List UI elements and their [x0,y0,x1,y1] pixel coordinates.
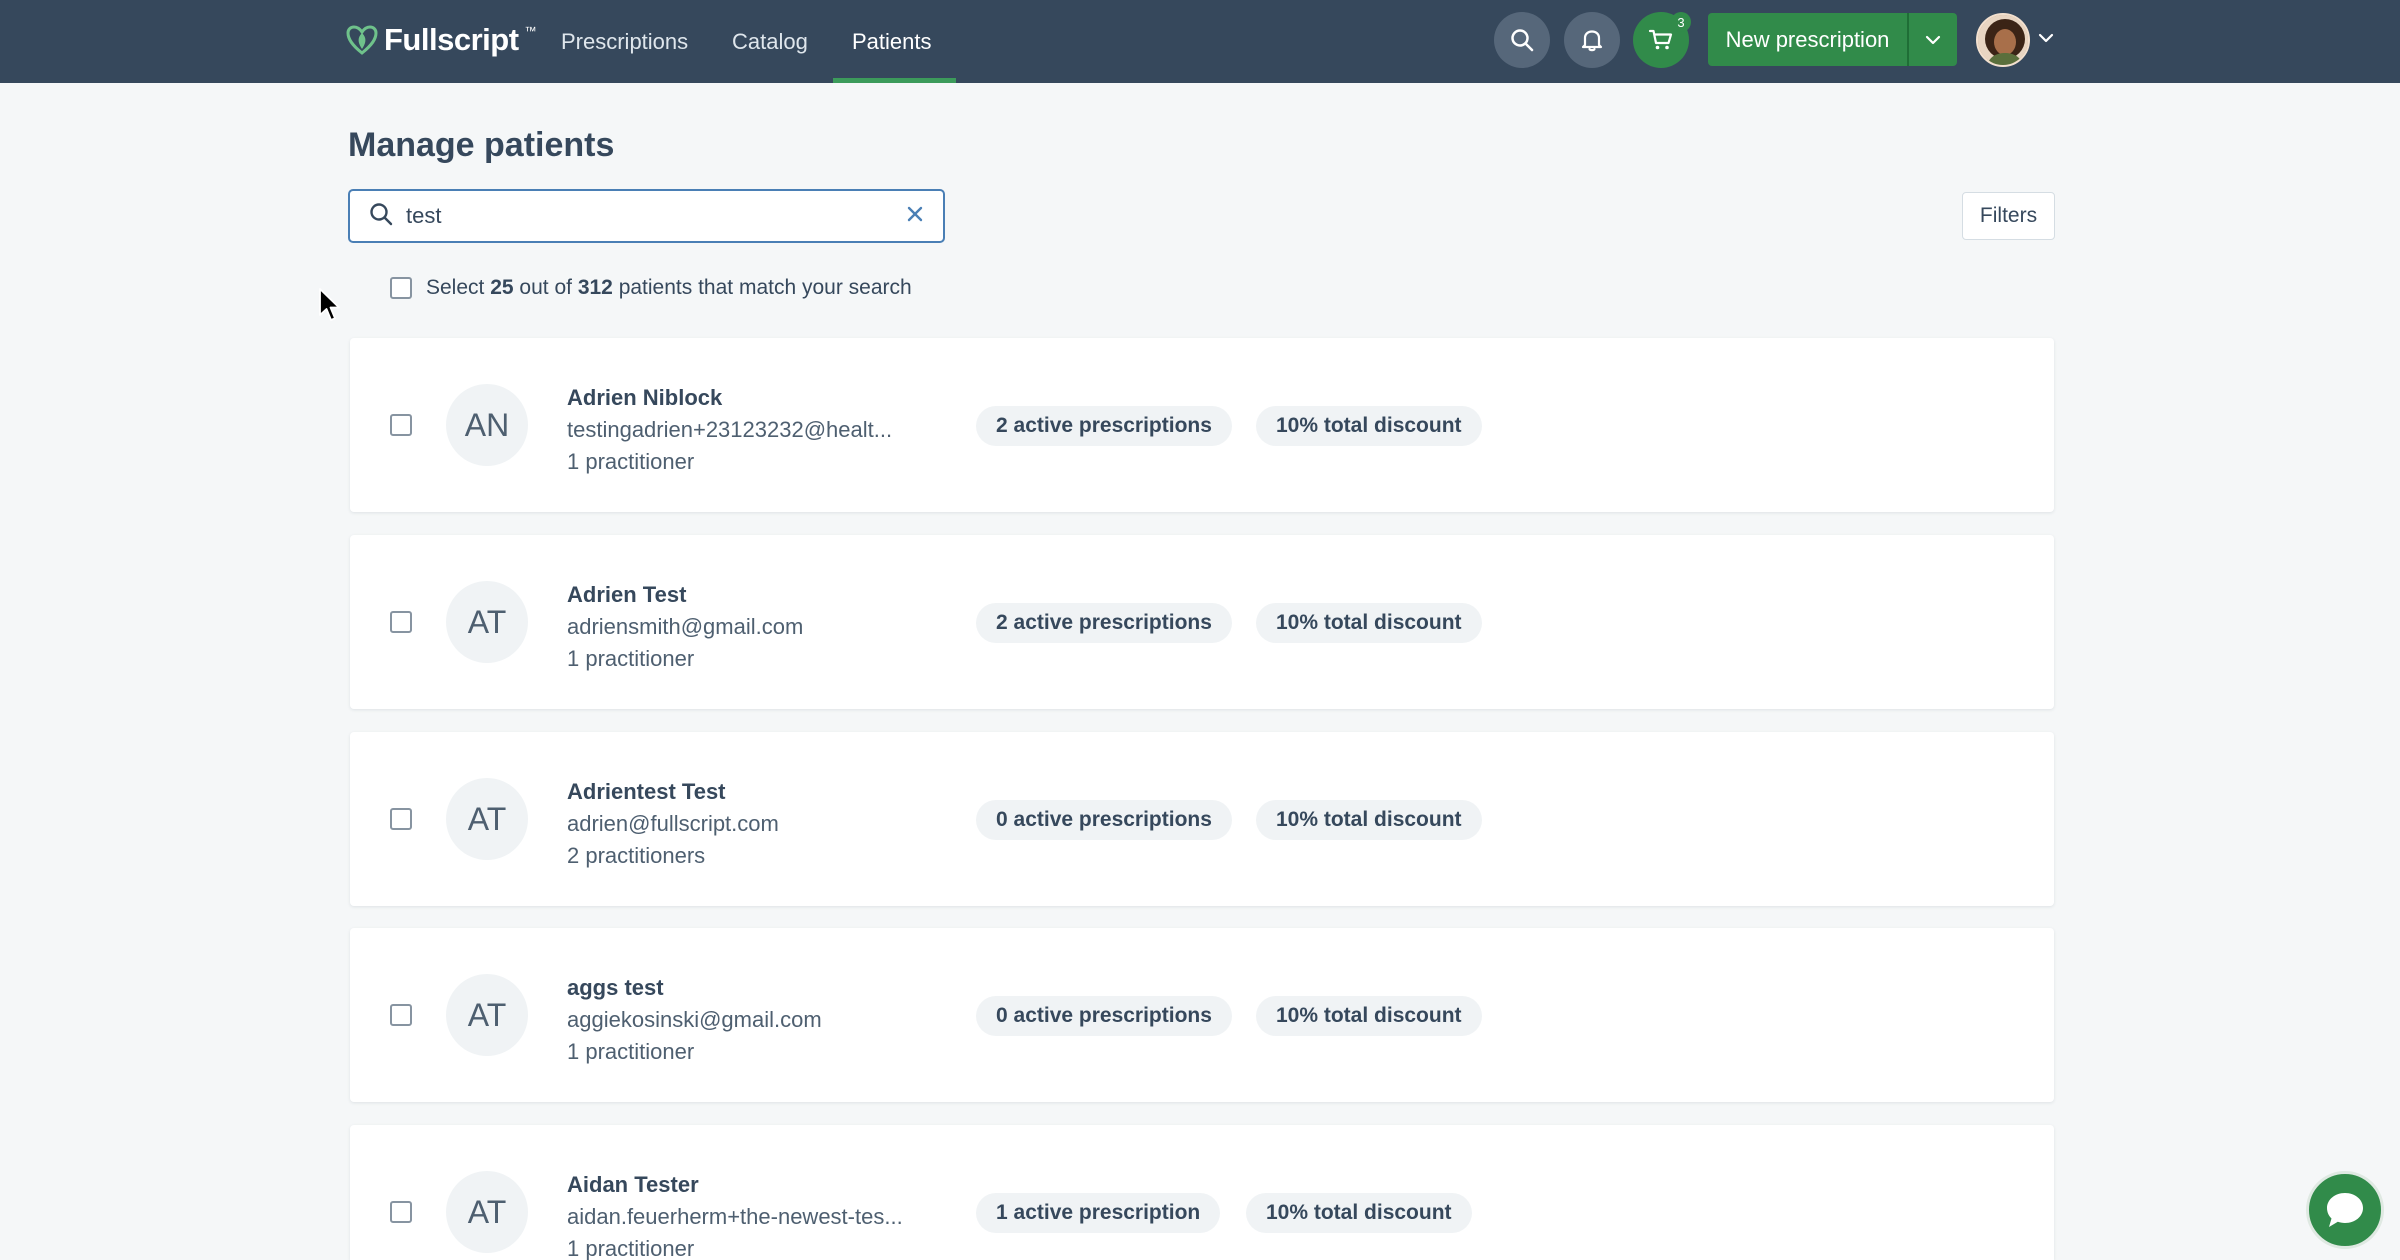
patient-info: Adrientest Test adrien@fullscript.com 2 … [567,776,927,872]
patient-checkbox[interactable] [390,808,412,830]
user-photo-icon [1978,15,2028,65]
active-nav-indicator [833,78,956,83]
search-input[interactable] [406,196,905,236]
patient-practitioners: 1 practitioner [567,449,695,474]
patient-initials-avatar: AT [446,1171,528,1253]
prescriptions-badge: 2 active prescriptions [976,603,1232,643]
chevron-down-icon [1925,35,1941,44]
total-count: 312 [577,276,613,299]
leaf-heart-icon [346,25,378,55]
fullscript-logo[interactable]: Fullscript ™ [346,20,537,60]
patient-initials-avatar: AN [446,384,528,466]
selected-count: 25 [490,276,514,299]
chat-bubble-icon [2327,1193,2363,1227]
select-all-label: Select 25 out of 312 patients that match… [426,276,912,299]
chat-button[interactable] [2306,1171,2384,1249]
search-icon [1511,29,1534,52]
search-icon [368,201,394,232]
prescriptions-badge: 1 active prescription [976,1193,1221,1233]
patient-info: aggs test aggiekosinski@gmail.com 1 prac… [567,972,927,1068]
patient-card[interactable]: AT aggs test aggiekosinski@gmail.com 1 p… [350,928,2054,1102]
patient-checkbox[interactable] [390,414,412,436]
nav-catalog[interactable]: Catalog [732,0,808,83]
close-icon[interactable] [905,204,925,229]
patient-card[interactable]: AT Aidan Tester aidan.feuerherm+the-newe… [350,1125,2054,1260]
brand-name: Fullscript [384,22,519,57]
avatar [1976,13,2030,67]
discount-badge: 10% total discount [1246,1193,1472,1233]
patient-name[interactable]: Aidan Tester [567,1169,927,1201]
patient-initials-avatar: AT [446,778,528,860]
discount-badge: 10% total discount [1256,800,1482,840]
brand-trademark: ™ [524,24,537,38]
patient-initials-avatar: AT [446,581,528,663]
prescriptions-badge: 2 active prescriptions [976,406,1232,446]
patient-email: aggiekosinski@gmail.com [567,1007,822,1032]
page-title: Manage patients [348,126,615,164]
patient-name[interactable]: Adrientest Test [567,776,927,808]
patient-search-box [348,189,945,243]
patient-practitioners: 1 practitioner [567,1039,695,1064]
patient-checkbox[interactable] [390,1004,412,1026]
new-prescription-button[interactable]: New prescription [1708,13,1907,66]
select-all-row: Select 25 out of 312 patients that match… [390,276,912,300]
top-nav-bar: Fullscript ™ Prescriptions Catalog Patie… [0,0,2400,83]
mouse-pointer-icon [319,288,340,321]
discount-badge: 10% total discount [1256,603,1482,643]
search-button[interactable] [1494,12,1550,68]
chevron-down-icon [2038,33,2054,42]
patient-practitioners: 1 practitioner [567,646,695,671]
patient-checkbox[interactable] [390,611,412,633]
patient-card[interactable]: AT Adrientest Test adrien@fullscript.com… [350,732,2054,906]
cart-button[interactable]: 3 [1633,12,1691,68]
patient-card[interactable]: AT Adrien Test adriensmith@gmail.com 1 p… [350,535,2054,709]
patient-info: Aidan Tester aidan.feuerherm+the-newest-… [567,1169,927,1260]
new-prescription-split-button: New prescription [1708,13,1957,66]
patient-practitioners: 2 practitioners [567,843,706,868]
patient-email: aidan.feuerherm+the-newest-tes... [567,1204,903,1229]
new-prescription-dropdown[interactable] [1909,13,1957,66]
patient-checkbox[interactable] [390,1201,412,1223]
patient-practitioners: 1 practitioner [567,1236,695,1260]
notifications-button[interactable] [1564,12,1620,68]
patient-name[interactable]: Adrien Test [567,579,927,611]
select-all-checkbox[interactable] [390,277,412,299]
patient-email: adrien@fullscript.com [567,811,779,836]
discount-badge: 10% total discount [1256,406,1482,446]
nav-prescriptions[interactable]: Prescriptions [561,0,688,83]
patient-name[interactable]: aggs test [567,972,927,1004]
prescriptions-badge: 0 active prescriptions [976,996,1232,1036]
patient-info: Adrien Niblock testingadrien+23123232@he… [567,382,927,478]
discount-badge: 10% total discount [1256,996,1482,1036]
user-menu[interactable] [1976,13,2056,67]
patient-email: adriensmith@gmail.com [567,614,804,639]
prescriptions-badge: 0 active prescriptions [976,800,1232,840]
nav-patients[interactable]: Patients [852,0,932,83]
filters-button[interactable]: Filters [1962,192,2055,240]
patient-info: Adrien Test adriensmith@gmail.com 1 prac… [567,579,927,675]
patient-initials-avatar: AT [446,974,528,1056]
cart-count-badge: 3 [1671,12,1691,32]
cart-icon [1648,29,1673,50]
patient-card[interactable]: AN Adrien Niblock testingadrien+23123232… [350,338,2054,512]
bell-icon [1581,30,1603,52]
patient-name[interactable]: Adrien Niblock [567,382,927,414]
patient-email: testingadrien+23123232@healt... [567,417,893,442]
